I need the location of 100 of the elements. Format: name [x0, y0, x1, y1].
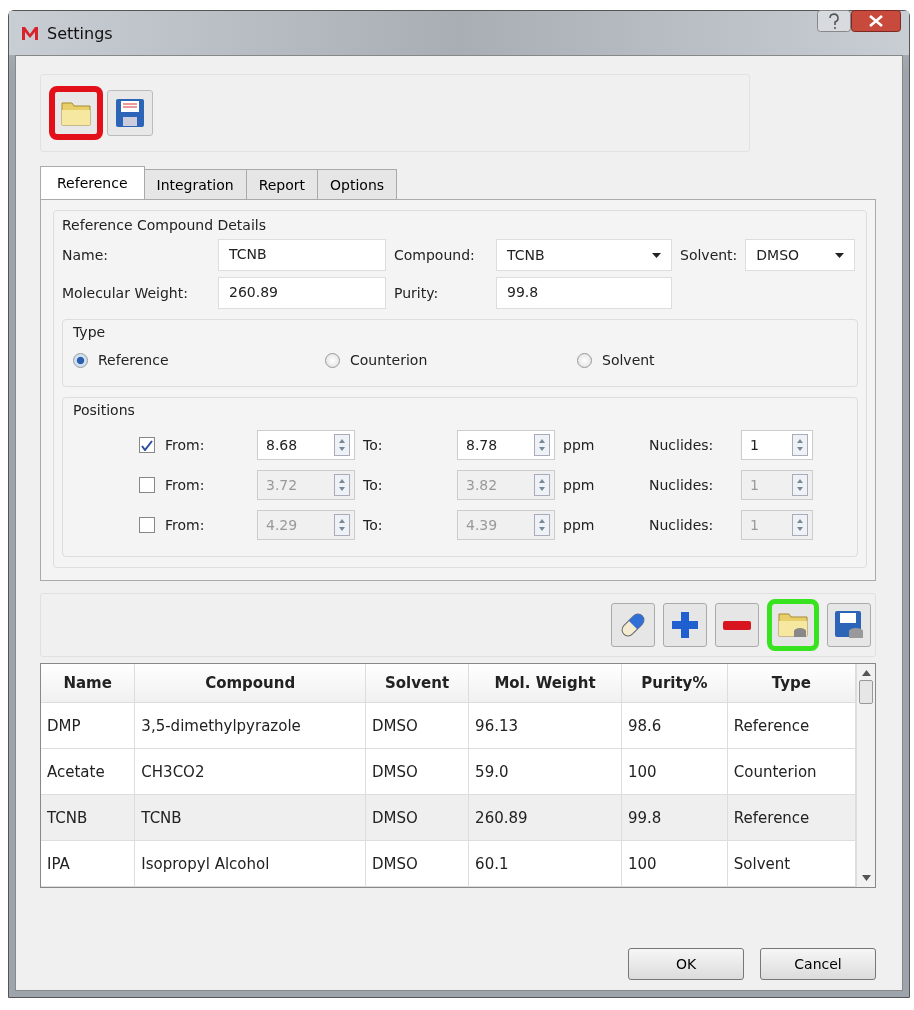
- table-cell: 98.6: [621, 702, 728, 749]
- table-cell: DMSO: [365, 748, 469, 795]
- tab[interactable]: Options: [317, 169, 398, 199]
- spin-arrows-icon: [334, 474, 350, 496]
- field-label: Name:: [62, 247, 110, 263]
- table-cell: DMSO: [365, 840, 469, 887]
- group-title: Type: [73, 324, 106, 340]
- scroll-thumb[interactable]: [859, 680, 873, 704]
- spin-arrows-icon: [534, 434, 550, 456]
- tab[interactable]: Report: [245, 169, 319, 199]
- table-cell: CH3CO2: [134, 748, 366, 795]
- minus-icon: [723, 620, 751, 630]
- checkbox[interactable]: [139, 517, 155, 533]
- table-cell: DMSO: [365, 702, 469, 749]
- table-cell: Reference: [727, 794, 856, 841]
- to-label: To:: [363, 437, 384, 453]
- table-cell: DMP: [41, 702, 135, 749]
- tab[interactable]: Integration: [143, 169, 247, 199]
- column-header[interactable]: Solvent: [365, 664, 469, 703]
- help-icon[interactable]: [817, 10, 851, 32]
- table-cell: 100: [621, 748, 728, 795]
- table-row[interactable]: DMP 3,5-dimethylpyrazole DMSO 96.13 98.6 Reference: [41, 702, 856, 749]
- unit-label: ppm: [563, 477, 596, 493]
- column-header[interactable]: Purity%: [621, 664, 728, 703]
- dialog-button[interactable]: OK: [628, 948, 744, 980]
- table-cell: Reference: [727, 702, 856, 749]
- column-header[interactable]: Name: [41, 664, 135, 703]
- nuclides-spin-box[interactable]: 1: [741, 430, 813, 460]
- table-cell: 260.89: [468, 794, 622, 841]
- unit-label: ppm: [563, 517, 596, 533]
- spin-arrows-icon: [334, 514, 350, 536]
- field-label: Purity:: [394, 285, 440, 301]
- spin-arrows-icon: [334, 434, 350, 456]
- eraser-button[interactable]: [611, 603, 655, 647]
- scrollbar[interactable]: [856, 664, 875, 887]
- spin-arrows-icon: [534, 514, 550, 536]
- radio-label: Solvent: [602, 352, 655, 368]
- scroll-down-icon[interactable]: [861, 875, 871, 881]
- app-logo-icon: [21, 25, 39, 41]
- spin-arrows-icon: [534, 474, 550, 496]
- radio-button[interactable]: [325, 352, 340, 368]
- folder-database-icon: [778, 610, 808, 640]
- table-cell: 96.13: [468, 702, 622, 749]
- unit-label: ppm: [563, 437, 596, 453]
- table-cell: TCNB: [41, 794, 135, 841]
- to-label: To:: [363, 477, 384, 493]
- save-button[interactable]: [107, 90, 153, 136]
- open-button[interactable]: [49, 86, 103, 140]
- tab[interactable]: Reference: [40, 166, 145, 199]
- column-header[interactable]: Mol. Weight: [468, 664, 622, 703]
- spin-arrows-icon: [792, 474, 808, 496]
- spin-arrows-icon: [792, 514, 808, 536]
- to-spin-box[interactable]: 8.78: [457, 430, 555, 460]
- column-header[interactable]: Compound: [134, 664, 366, 703]
- molecular-weight-field[interactable]: 260.89: [218, 277, 386, 309]
- table-cell: 60.1: [468, 840, 622, 887]
- compound-dropdown[interactable]: TCNB: [496, 239, 672, 271]
- close-icon[interactable]: [851, 10, 901, 32]
- solvent-dropdown[interactable]: DMSO: [745, 239, 856, 271]
- table-cell: Counterion: [727, 748, 856, 795]
- table-cell: 3,5-dimethylpyrazole: [134, 702, 366, 749]
- table-cell: 59.0: [468, 748, 622, 795]
- table-cell: DMSO: [365, 794, 469, 841]
- purity-field[interactable]: 99.8: [496, 277, 672, 309]
- scroll-up-icon[interactable]: [861, 670, 871, 676]
- checkbox[interactable]: [139, 437, 155, 453]
- checkmark-icon: [141, 439, 153, 451]
- table-cell: IPA: [41, 840, 135, 887]
- spin-arrows-icon: [792, 434, 808, 456]
- radio-button[interactable]: [577, 352, 592, 368]
- table-cell: 100: [621, 840, 728, 887]
- remove-button[interactable]: [715, 603, 759, 647]
- checkbox[interactable]: [139, 477, 155, 493]
- table-cell: Acetate: [41, 748, 135, 795]
- dialog-button[interactable]: Cancel: [760, 948, 876, 980]
- field-label: Solvent:: [680, 247, 738, 263]
- floppy-database-icon: [834, 610, 864, 640]
- radio-label: Counterion: [350, 352, 428, 368]
- from-spin-box[interactable]: 8.68: [257, 430, 355, 460]
- table-row[interactable]: TCNB TCNB DMSO 260.89 99.8 Reference: [41, 794, 856, 841]
- window-title: Settings: [47, 23, 113, 43]
- table-cell: TCNB: [134, 794, 366, 841]
- table-row[interactable]: IPA Isopropyl Alcohol DMSO 60.1 100 Solvent: [41, 840, 856, 887]
- group-title: Reference Compound Details: [62, 217, 266, 233]
- name-field[interactable]: TCNB: [218, 239, 386, 271]
- folder-icon: [61, 100, 91, 126]
- column-header[interactable]: Type: [727, 664, 856, 703]
- table-cell: 99.8: [621, 794, 728, 841]
- caret-icon: [652, 252, 661, 258]
- save-button[interactable]: [827, 603, 871, 647]
- from-label: From:: [165, 477, 206, 493]
- from-label: From:: [165, 437, 206, 453]
- table-row[interactable]: Acetate CH3CO2 DMSO 59.0 100 Counterion: [41, 748, 856, 795]
- radio-button[interactable]: [73, 352, 88, 368]
- plus-icon: [670, 610, 700, 640]
- add-button[interactable]: [663, 603, 707, 647]
- field-label: Compound:: [394, 247, 476, 263]
- nuclides-label: Nuclides:: [649, 437, 715, 453]
- to-label: To:: [363, 517, 384, 533]
- load-button[interactable]: [767, 599, 819, 651]
